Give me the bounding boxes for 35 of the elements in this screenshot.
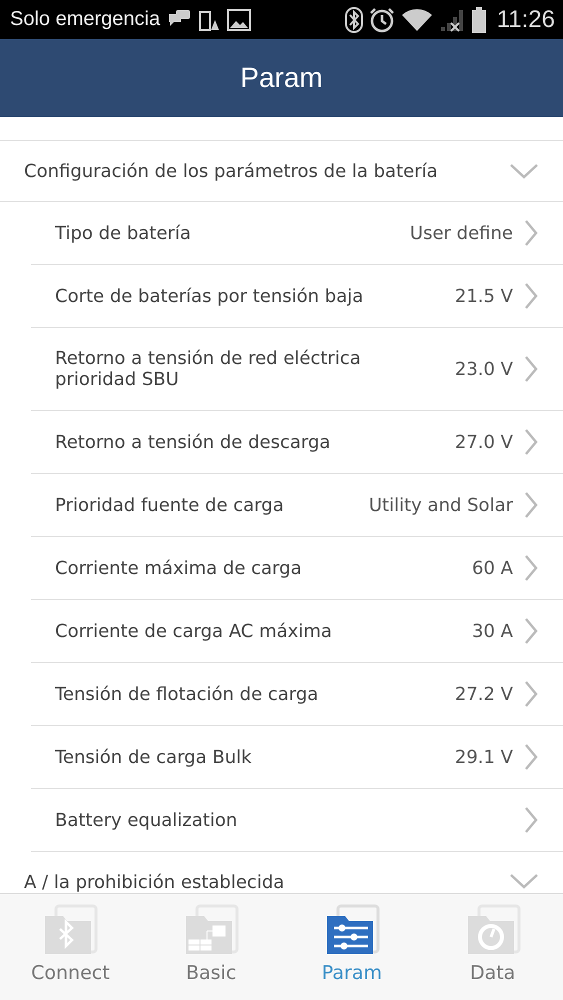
chevron-right-icon bbox=[523, 491, 539, 519]
chevron-down-icon bbox=[509, 872, 539, 890]
nav-tab[interactable]: Basic bbox=[140, 894, 282, 1000]
chevron-right-icon bbox=[523, 355, 539, 383]
setting-row[interactable]: Retorno a tensión de red eléctrica prioridad SBU 23.0 V bbox=[31, 328, 563, 411]
setting-row[interactable]: Tensión de flotación de carga 27.2 V bbox=[31, 663, 563, 726]
nav-tab[interactable]: Connect bbox=[0, 894, 141, 1000]
setting-row[interactable]: Battery equalization bbox=[31, 789, 563, 852]
header-title: Param bbox=[240, 62, 323, 94]
setting-row[interactable]: Corte de baterías por tensión baja 21.5 V bbox=[31, 265, 563, 328]
setting-row[interactable]: Corriente máxima de carga 60 A bbox=[31, 537, 563, 600]
chevron-right-icon bbox=[523, 219, 539, 247]
chevron-right-icon bbox=[523, 743, 539, 771]
battery-icon bbox=[470, 6, 487, 34]
setting-row[interactable]: Prioridad fuente de carga Utility and Solar bbox=[31, 474, 563, 537]
section-header[interactable]: Configuración de los parámetros de la batería bbox=[0, 141, 563, 202]
setting-row[interactable]: Retorno a tensión de descarga 27.0 V bbox=[31, 411, 563, 474]
setting-row[interactable]: Tensión de carga Bulk 29.1 V bbox=[31, 726, 563, 789]
alarm-clock-icon bbox=[368, 6, 395, 32]
chevron-right-icon bbox=[523, 282, 539, 310]
wifi-icon bbox=[400, 6, 433, 32]
chevron-right-icon bbox=[523, 428, 539, 456]
nav-tab[interactable]: Data bbox=[422, 894, 563, 1000]
carrier-text: Solo emergencia bbox=[10, 8, 160, 31]
chevron-right-icon bbox=[523, 617, 539, 645]
chevron-down-icon bbox=[509, 162, 539, 180]
setting-row[interactable]: Corriente de carga AC máxima 30 A bbox=[31, 600, 563, 663]
image-icon bbox=[226, 6, 252, 32]
setting-row[interactable]: Tipo de batería User define bbox=[31, 202, 563, 265]
chevron-right-icon bbox=[523, 554, 539, 582]
chevron-right-icon bbox=[523, 680, 539, 708]
section-header[interactable]: A / la prohibición establecida bbox=[0, 852, 563, 893]
clock-time: 11:26 bbox=[496, 6, 555, 34]
chevron-right-icon bbox=[523, 806, 539, 834]
bluetooth-icon bbox=[344, 6, 363, 32]
